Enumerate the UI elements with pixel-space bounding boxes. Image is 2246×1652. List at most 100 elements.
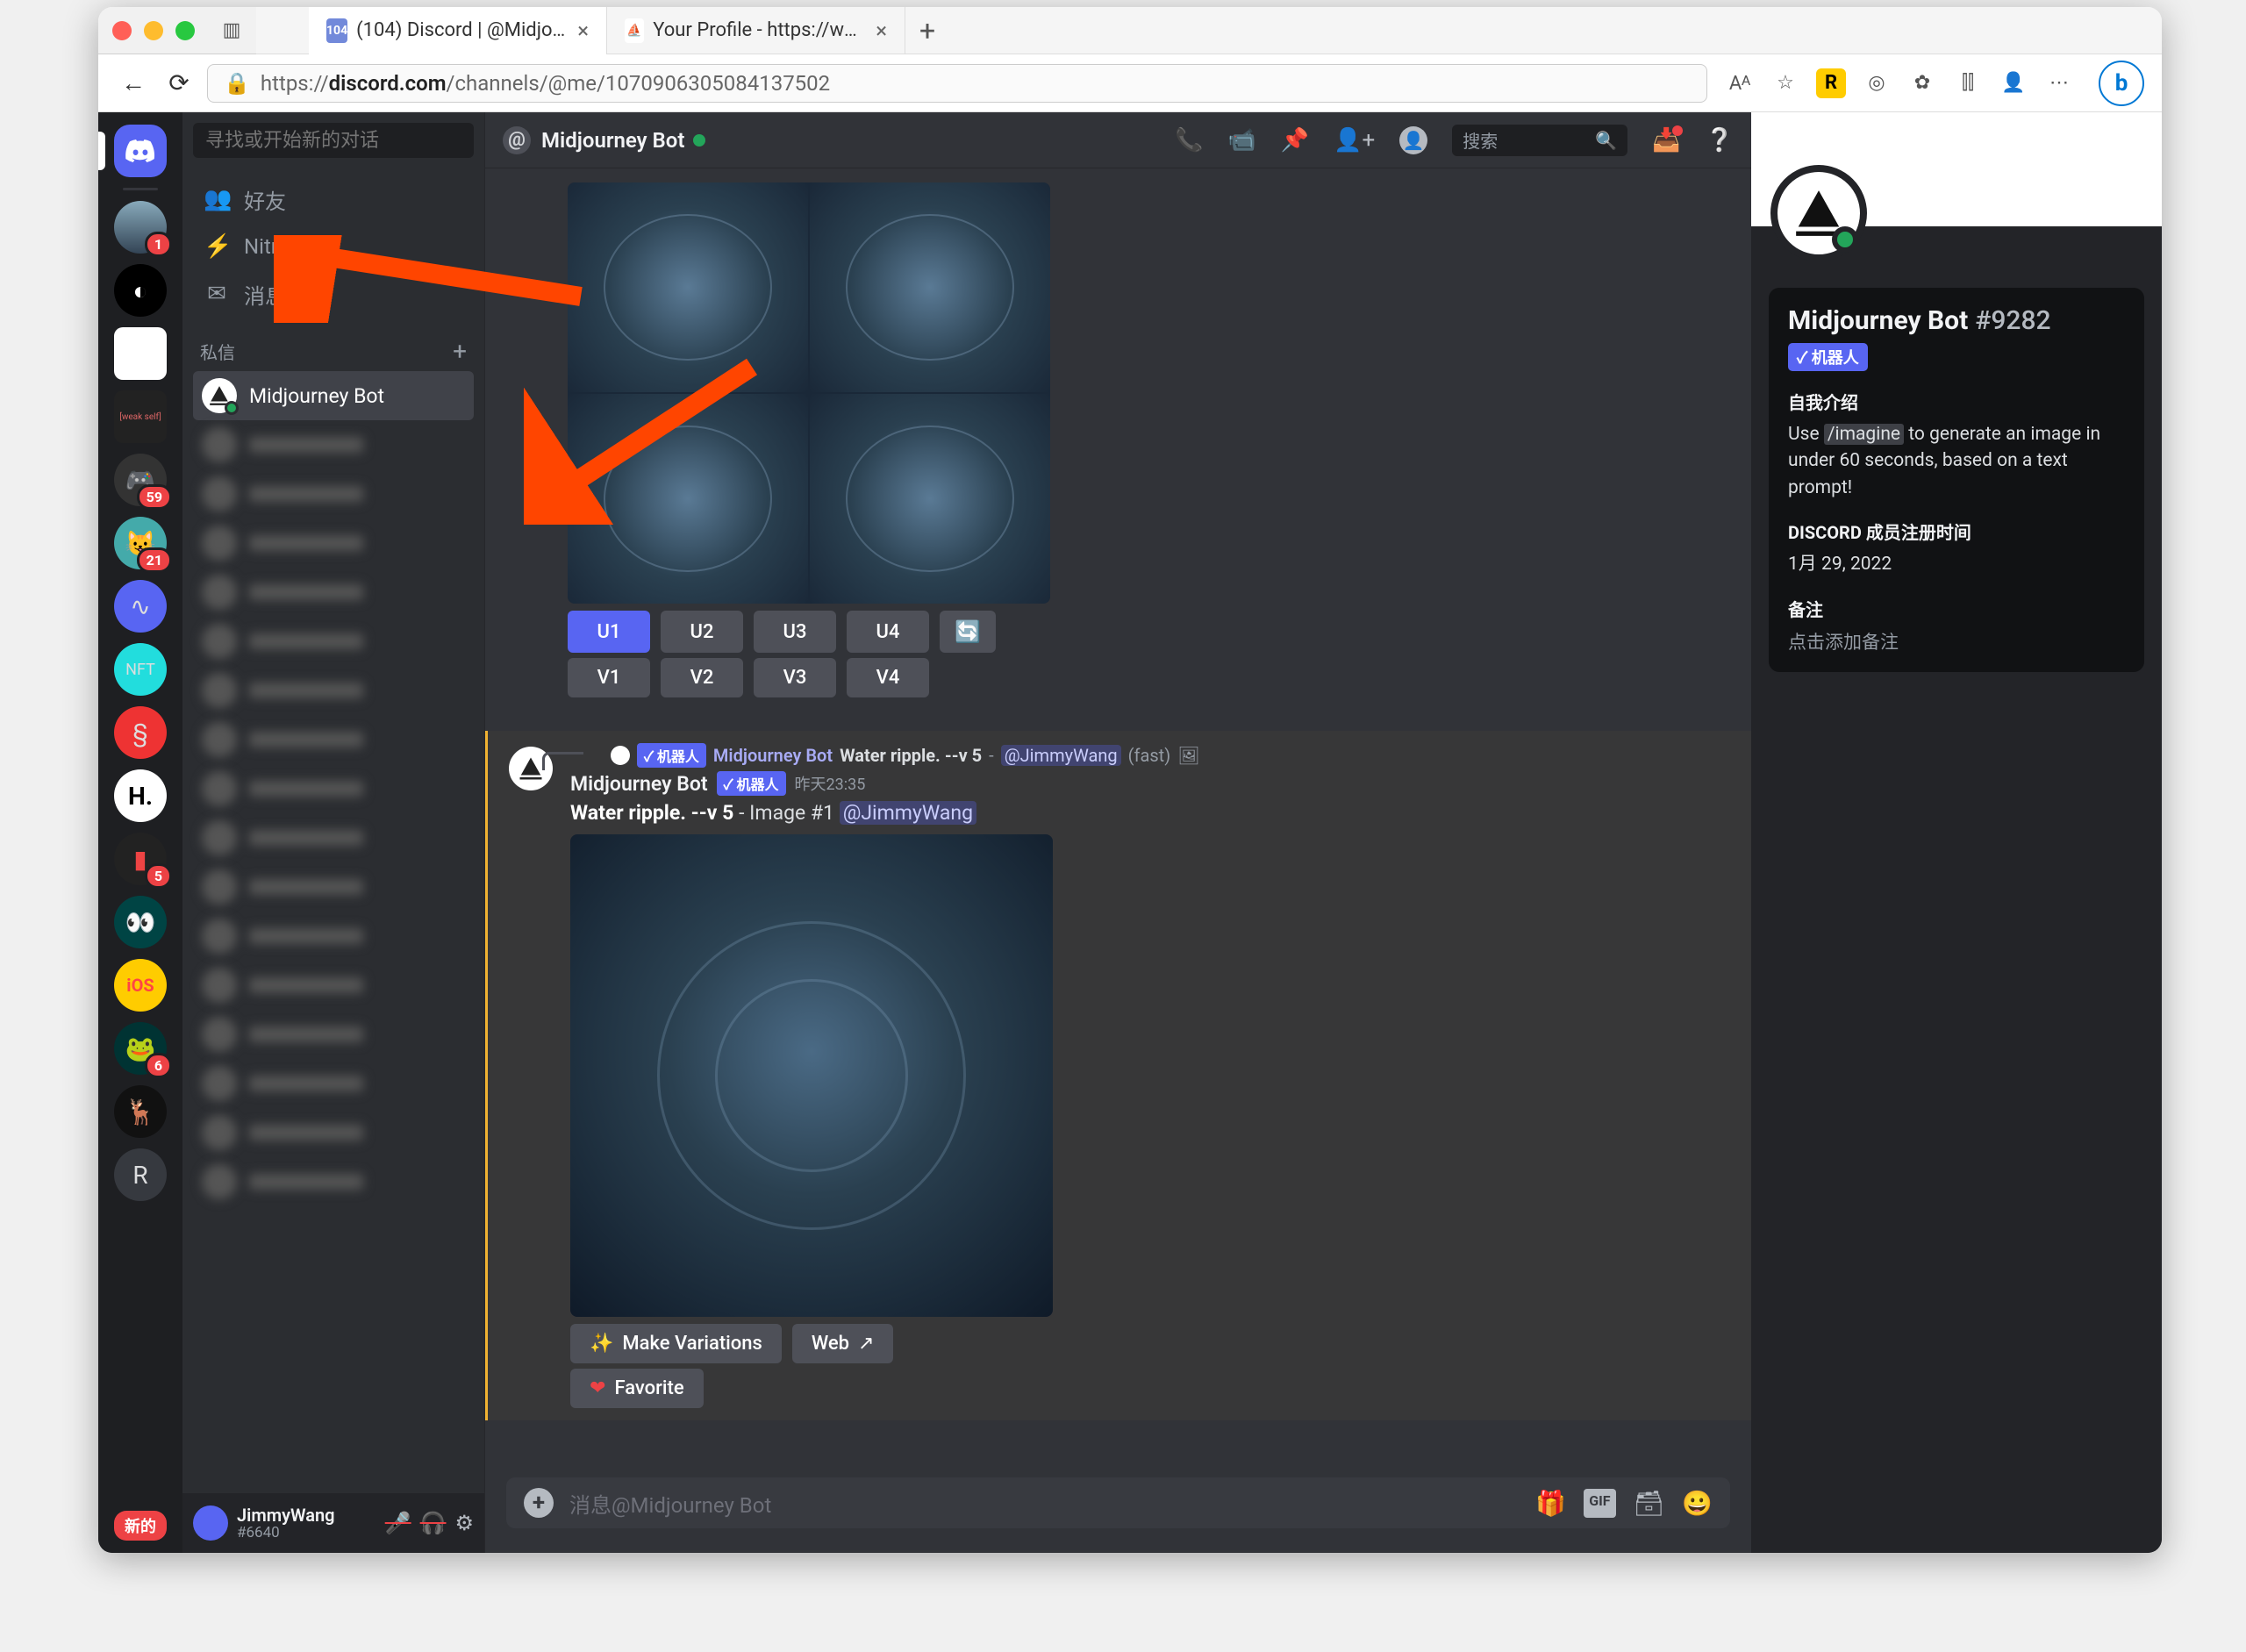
quick-switcher-input[interactable] [193,123,474,158]
u2-button[interactable]: U2 [661,611,743,653]
profile-avatar[interactable] [1770,165,1867,261]
u1-button[interactable]: U1 [568,611,650,653]
v2-button[interactable]: V2 [661,658,743,697]
dm-item-redacted[interactable] [193,617,474,666]
new-servers-pill[interactable]: 新的 [114,1511,167,1541]
gif-icon[interactable]: GIF [1584,1489,1615,1518]
new-tab-button[interactable]: + [905,14,949,47]
refresh-button[interactable]: ⟳ [161,66,197,101]
address-bar[interactable]: 🔒 https://discord.com/channels/@me/10709… [207,64,1707,103]
mute-mic-icon[interactable]: 🎤 [385,1511,411,1535]
dm-item-redacted[interactable] [193,813,474,862]
server-discord-home[interactable] [114,125,167,177]
server-item[interactable]: NFT [114,643,167,696]
server-item[interactable]: ◐ [114,264,167,317]
settings-icon[interactable]: ⚙ [454,1511,474,1535]
dm-item-redacted[interactable] [193,715,474,764]
dm-item-redacted[interactable] [193,961,474,1010]
server-item[interactable]: 👀 [114,896,167,948]
back-button[interactable]: ← [116,66,151,101]
dm-item-redacted[interactable] [193,764,474,813]
attach-icon[interactable]: + [524,1488,554,1518]
dm-item-redacted[interactable] [193,1108,474,1157]
close-tab-icon[interactable]: × [577,18,589,43]
v4-button[interactable]: V4 [847,658,929,697]
favorite-icon[interactable]: ☆ [1770,68,1800,98]
server-item[interactable]: 1 [114,201,167,254]
web-button[interactable]: Web↗ [792,1324,894,1363]
minimize-window-button[interactable] [144,21,163,40]
sticker-icon[interactable]: 🗃 [1634,1489,1665,1518]
browser-tab-discord[interactable]: 104 (104) Discord | @Midjourney B… × [309,7,607,54]
image-grid[interactable] [568,182,1050,604]
add-friend-icon[interactable]: 👤+ [1334,127,1375,154]
server-item[interactable]: 🎮59 [114,454,167,506]
server-item[interactable]: 🦌 [114,1085,167,1138]
inbox-icon[interactable]: 📥 [1652,127,1680,154]
dm-item-redacted[interactable] [193,1010,474,1059]
dm-item-redacted[interactable] [193,1059,474,1108]
server-item[interactable]: 🐸6 [114,1022,167,1075]
extensions-icon[interactable]: ✿ [1907,68,1937,98]
message-mention[interactable]: @JimmyWang [840,801,976,825]
deafen-icon[interactable]: 🎧 [420,1511,447,1535]
message-author[interactable]: Midjourney Bot [570,772,708,796]
create-dm-icon[interactable]: + [453,337,467,366]
close-window-button[interactable] [112,21,132,40]
favorite-button[interactable]: ❤Favorite [570,1369,704,1408]
chat-search[interactable]: 搜索🔍 [1452,125,1627,156]
make-variations-button[interactable]: ✨Make Variations [570,1324,782,1363]
message-input[interactable]: + 消息@Midjourney Bot 🎁 GIF 🗃 😀 [506,1477,1730,1528]
dm-item-redacted[interactable] [193,666,474,715]
emoji-icon[interactable]: 😀 [1682,1489,1713,1518]
browser-tab-midjourney-profile[interactable]: ⛵ Your Profile - https://www.mid… × [607,7,905,54]
server-item[interactable]: R [114,1148,167,1201]
server-item[interactable]: H. [114,769,167,822]
more-icon[interactable]: ⋯ [2044,68,2074,98]
dm-item-redacted[interactable] [193,420,474,469]
video-call-icon[interactable]: 📹 [1227,127,1255,154]
message-requests-nav[interactable]: ✉消息请求 [193,270,474,318]
gift-icon[interactable]: 🎁 [1535,1489,1566,1518]
dm-item-redacted[interactable] [193,1157,474,1206]
nitro-nav[interactable]: ⚡Nitro [193,223,474,270]
reroll-button[interactable]: 🔄 [940,611,996,653]
server-item[interactable]: ∿ [114,580,167,633]
note-placeholder[interactable]: 点击添加备注 [1788,628,2125,654]
user-avatar[interactable] [193,1505,228,1541]
dm-item-redacted[interactable] [193,518,474,568]
v3-button[interactable]: V3 [754,658,836,697]
user-info[interactable]: JimmyWang #6640 [237,1505,335,1541]
profile-about: 自我介绍 Use /imagine to generate an image i… [1788,389,2125,501]
server-item[interactable]: ▮5 [114,833,167,885]
close-tab-icon[interactable]: × [876,18,887,43]
collections-icon[interactable]: ⫿⫿ [1953,68,1983,98]
generated-image[interactable] [570,834,1053,1317]
dm-item-redacted[interactable] [193,469,474,518]
u3-button[interactable]: U3 [754,611,836,653]
server-item[interactable] [114,327,167,380]
v1-button[interactable]: V1 [568,658,650,697]
dm-item-midjourney[interactable]: Midjourney Bot [193,371,474,420]
server-item[interactable]: iOS [114,959,167,1012]
extension-r-icon[interactable]: R [1816,68,1846,98]
reply-reference[interactable]: ✓ 机器人 Midjourney Bot Water ripple. --v 5… [570,743,1730,768]
server-item[interactable]: [weak self] [114,390,167,443]
text-size-icon[interactable]: Aᴬ [1725,68,1755,98]
bing-button[interactable]: b [2099,61,2144,106]
maximize-window-button[interactable] [175,21,195,40]
dm-item-redacted[interactable] [193,912,474,961]
profile-icon[interactable]: 👤 [1999,68,2028,98]
dm-item-redacted[interactable] [193,568,474,617]
dm-item-redacted[interactable] [193,862,474,912]
extension-circle-icon[interactable]: ◎ [1862,68,1892,98]
user-profile-icon[interactable]: 👤 [1399,126,1427,154]
server-item[interactable]: 😺21 [114,517,167,569]
help-icon[interactable]: ❔ [1706,127,1734,154]
friends-nav[interactable]: 👥好友 [193,175,474,223]
sidebar-toggle-icon[interactable]: ▥ [219,18,244,43]
u4-button[interactable]: U4 [847,611,929,653]
pin-icon[interactable]: 📌 [1281,127,1309,154]
server-item[interactable]: § [114,706,167,759]
voice-call-icon[interactable]: 📞 [1175,127,1203,154]
